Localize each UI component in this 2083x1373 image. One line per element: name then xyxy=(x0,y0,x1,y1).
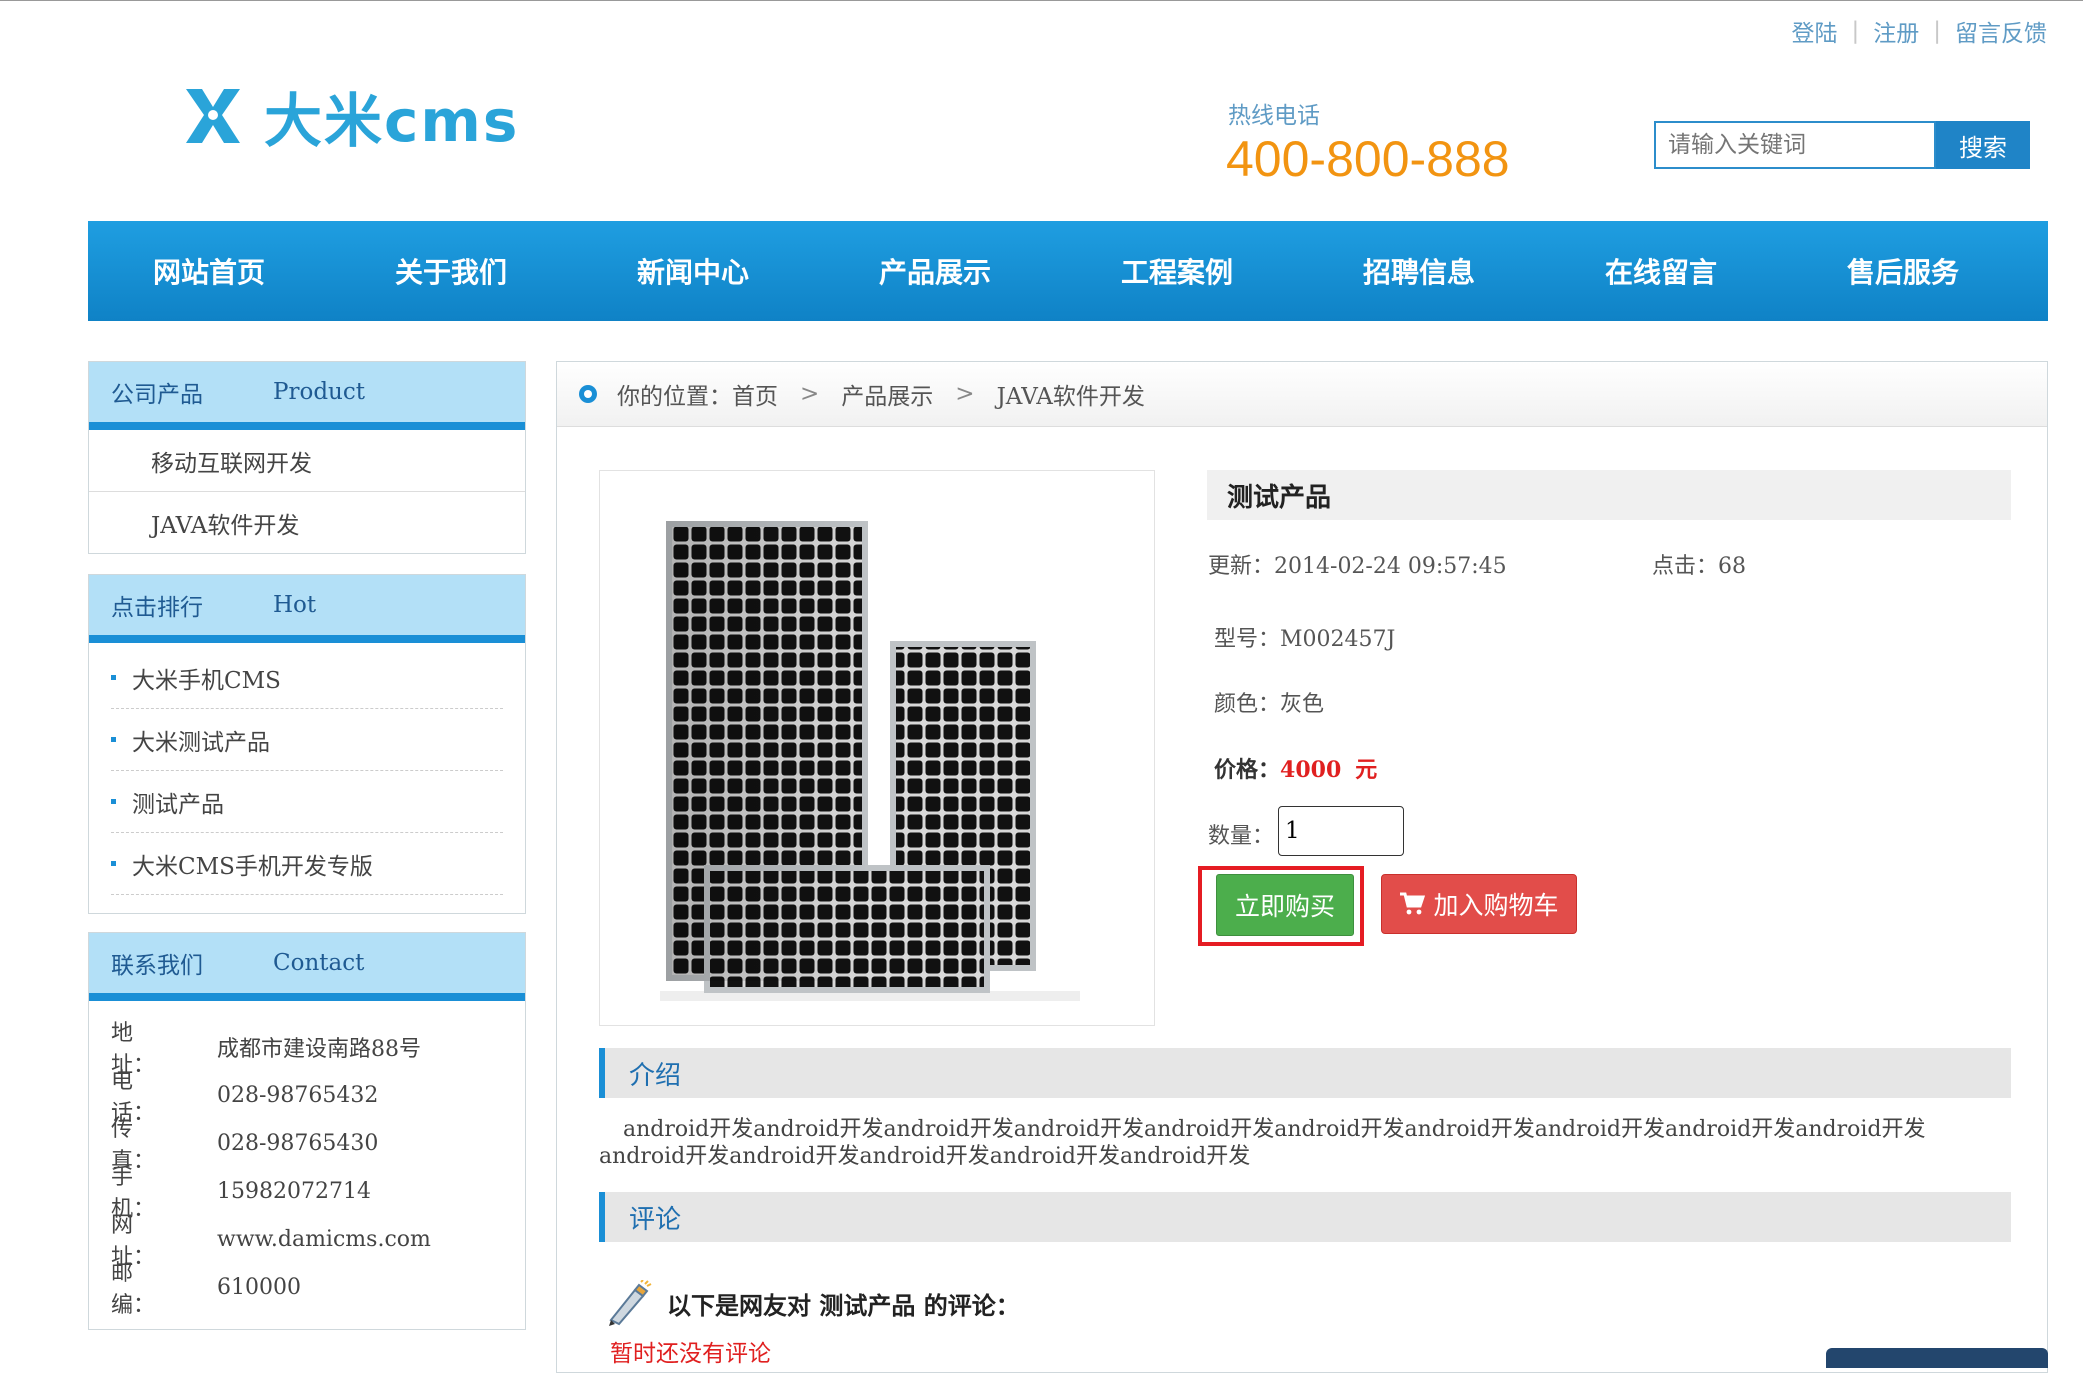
nav-home[interactable]: 网站首页 xyxy=(88,221,330,321)
top-border xyxy=(0,0,2083,1)
contact-value[interactable]: www.damicms.com xyxy=(217,1227,431,1252)
panel-title-en: Product xyxy=(273,379,365,405)
breadcrumb-home[interactable]: 首页 xyxy=(732,377,778,411)
no-review-text: 暂时还没有评论 xyxy=(610,1341,771,1367)
contact-value: 028-98765432 xyxy=(217,1082,379,1108)
hot-item[interactable]: 大米手机CMS xyxy=(111,647,503,709)
price-currency: 元 xyxy=(1355,757,1378,783)
hot-item-label: 测试产品 xyxy=(132,791,224,818)
panel-title-en: Hot xyxy=(273,592,317,618)
updated-label: 更新： xyxy=(1208,554,1275,579)
divider: | xyxy=(1933,18,1941,44)
logo-text: 大米cms xyxy=(264,87,520,155)
product-image xyxy=(599,470,1155,1026)
quantity-input[interactable] xyxy=(1278,806,1404,856)
hot-ranking-panel: 点击排行 Hot 大米手机CMS 大米测试产品 测试产品 大米CMS手机开发专版 xyxy=(88,574,526,914)
panel-header: 联系我们 Contact xyxy=(89,933,525,1001)
hot-item[interactable]: 大米测试产品 xyxy=(111,709,503,771)
model-value: M002457J xyxy=(1280,627,1396,652)
search-input[interactable] xyxy=(1654,121,1936,169)
nav-cases[interactable]: 工程案例 xyxy=(1056,221,1298,321)
hotline-label: 热线电话 xyxy=(1228,103,1320,129)
hot-item-label: 大米测试产品 xyxy=(132,729,270,756)
panel-header: 点击排行 Hot xyxy=(89,575,525,643)
product-model: 型号：M002457J xyxy=(1214,621,1395,653)
contact-label: 邮 编： xyxy=(111,1261,178,1318)
color-value: 灰色 xyxy=(1280,692,1325,717)
panel-title-en: Contact xyxy=(273,950,365,976)
contact-value: 610000 xyxy=(217,1274,301,1300)
bullet-icon xyxy=(111,675,116,680)
divider: | xyxy=(1851,18,1860,44)
register-link[interactable]: 注册 xyxy=(1873,14,1919,48)
location-icon xyxy=(579,385,597,403)
product-price: 价格：4000 元 xyxy=(1214,752,1377,784)
contact-value: 028-98765430 xyxy=(217,1130,379,1156)
hot-item-label: 大米CMS手机开发专版 xyxy=(132,853,373,880)
cart-icon xyxy=(1400,892,1426,915)
contact-value: 成都市建设南路88号 xyxy=(217,1037,421,1062)
nav-about[interactable]: 关于我们 xyxy=(330,221,572,321)
login-link[interactable]: 登陆 xyxy=(1792,14,1838,48)
price-value: 4000 xyxy=(1280,757,1342,783)
review-section-header: 评论 xyxy=(599,1192,2011,1242)
main-nav: 网站首页 关于我们 新闻中心 产品展示 工程案例 招聘信息 在线留言 售后服务 xyxy=(88,221,2048,321)
updated-value: 2014-02-24 09:57:45 xyxy=(1274,554,1507,579)
bullet-icon xyxy=(111,737,116,742)
product-color: 颜色：灰色 xyxy=(1214,686,1324,718)
breadcrumb-sep: > xyxy=(955,381,975,407)
floating-widget-tab[interactable] xyxy=(1826,1348,2048,1368)
panel-title: 公司产品 xyxy=(111,382,203,408)
bullet-icon xyxy=(111,799,116,804)
buy-now-button[interactable]: 立即购买 xyxy=(1216,874,1354,936)
hotline-number: 400-800-888 xyxy=(1226,131,1510,187)
cart-button-label: 加入购物车 xyxy=(1433,891,1559,920)
panel-title: 联系我们 xyxy=(111,953,203,979)
hits-label: 点击： xyxy=(1652,554,1719,579)
product-title: 测试产品 xyxy=(1207,470,2011,520)
panel-title: 点击排行 xyxy=(111,595,203,621)
category-item[interactable]: 移动互联网开发 xyxy=(89,430,525,492)
feedback-link[interactable]: 留言反馈 xyxy=(1955,14,2047,48)
category-item[interactable]: JAVA软件开发 xyxy=(89,492,525,553)
price-label: 价格： xyxy=(1214,757,1281,783)
breadcrumb-prefix: 你的位置： xyxy=(617,384,732,410)
nav-message[interactable]: 在线留言 xyxy=(1540,221,1782,321)
contact-postcode: 邮 编： 610000 xyxy=(89,1261,525,1318)
nav-products[interactable]: 产品展示 xyxy=(814,221,1056,321)
breadcrumb-products[interactable]: 产品展示 xyxy=(841,377,933,411)
site-logo[interactable]: 大米cms xyxy=(180,74,519,158)
intro-section-header: 介绍 xyxy=(599,1048,2011,1098)
breadcrumb-category[interactable]: JAVA软件开发 xyxy=(997,377,1145,411)
nav-news[interactable]: 新闻中心 xyxy=(572,221,814,321)
breadcrumb-sep: > xyxy=(800,381,820,407)
solar-panel-image xyxy=(660,521,1080,1001)
contact-panel: 联系我们 Contact 地 址： 成都市建设南路88号 电 话： 028-9876… xyxy=(88,932,526,1330)
hits-value: 68 xyxy=(1718,554,1747,579)
intro-text: android开发android开发android开发android开发andr… xyxy=(599,1117,1926,1169)
product-updated: 更新：2014-02-24 09:57:45 xyxy=(1208,548,1507,580)
product-hits: 点击：68 xyxy=(1652,548,1746,580)
hot-item[interactable]: 大米CMS手机开发专版 xyxy=(111,833,503,895)
model-label: 型号： xyxy=(1214,627,1281,652)
nav-jobs[interactable]: 招聘信息 xyxy=(1298,221,1540,321)
logo-icon xyxy=(186,89,240,143)
breadcrumb: 你的位置： 首页 > 产品展示 > JAVA软件开发 xyxy=(557,362,2047,427)
hot-item-label: 大米手机CMS xyxy=(132,667,281,694)
panel-header: 公司产品 Product xyxy=(89,362,525,430)
product-category-panel: 公司产品 Product 移动互联网开发 JAVA软件开发 xyxy=(88,361,526,554)
contact-value: 15982072714 xyxy=(217,1178,371,1204)
nav-service[interactable]: 售后服务 xyxy=(1782,221,2024,321)
search-button[interactable]: 搜索 xyxy=(1936,121,2030,169)
top-links: 登陆 | 注册 | 留言反馈 xyxy=(1792,14,2048,48)
review-heading-text: 以下是网友对 测试产品 的评论： xyxy=(667,1290,1020,1320)
color-label: 颜色： xyxy=(1214,692,1281,717)
pen-icon xyxy=(609,1280,652,1326)
quantity-label: 数量： xyxy=(1208,824,1275,849)
add-to-cart-button[interactable]: 加入购物车 xyxy=(1381,874,1577,934)
hot-item[interactable]: 测试产品 xyxy=(111,771,503,833)
bullet-icon xyxy=(111,861,116,866)
review-heading: 以下是网友对 测试产品 的评论： xyxy=(605,1280,1020,1326)
